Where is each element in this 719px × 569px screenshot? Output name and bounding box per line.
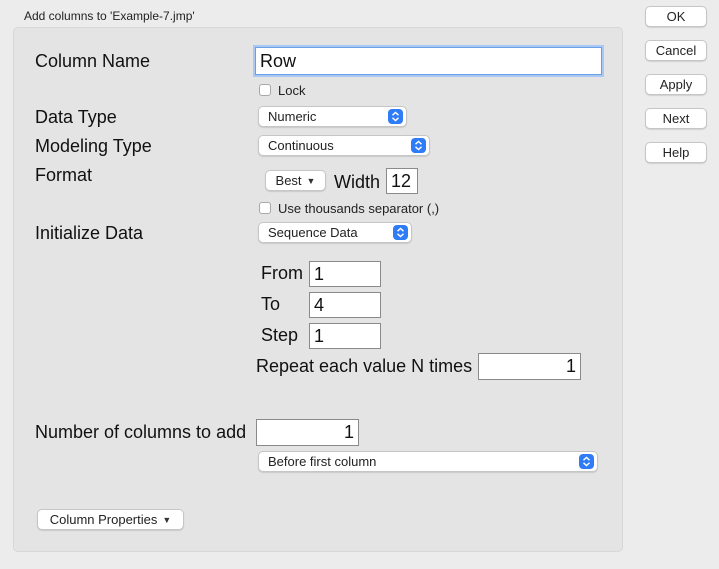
dropdown-triangle-icon: ▼ [162, 514, 172, 525]
column-properties-label: Column Properties [49, 512, 158, 527]
initialize-data-value: Sequence Data [268, 225, 358, 240]
select-stepper-icon [579, 454, 594, 469]
format-select[interactable]: Best ▼ [265, 170, 326, 191]
to-label: To [261, 294, 281, 314]
number-of-columns-input[interactable] [256, 419, 359, 446]
number-of-columns-label: Number of columns to add [35, 422, 247, 442]
modeling-type-value: Continuous [268, 138, 334, 153]
width-label: Width [334, 172, 381, 192]
ok-button-label: OK [666, 9, 686, 24]
select-stepper-icon [411, 138, 426, 153]
column-properties-button[interactable]: Column Properties ▼ [37, 509, 184, 530]
apply-button-label: Apply [659, 77, 693, 92]
column-name-input[interactable] [255, 47, 602, 75]
format-value: Best [275, 173, 302, 188]
thousands-separator-checkbox[interactable] [259, 202, 271, 214]
data-type-label: Data Type [35, 107, 117, 127]
step-input[interactable] [309, 323, 381, 349]
window-title: Add columns to 'Example-7.jmp' [24, 9, 195, 23]
modeling-type-select[interactable]: Continuous [258, 135, 430, 156]
apply-button[interactable]: Apply [645, 74, 707, 95]
format-label: Format [35, 165, 93, 185]
initialize-data-select[interactable]: Sequence Data [258, 222, 412, 243]
from-input[interactable] [309, 261, 381, 287]
data-type-value: Numeric [268, 109, 317, 124]
ok-button[interactable]: OK [645, 6, 707, 27]
repeat-label: Repeat each value N times [256, 356, 473, 376]
select-stepper-icon [393, 225, 408, 240]
column-name-label: Column Name [35, 51, 151, 71]
help-button[interactable]: Help [645, 142, 707, 163]
lock-label: Lock [278, 83, 306, 98]
cancel-button-label: Cancel [655, 43, 697, 58]
column-position-select[interactable]: Before first column [258, 451, 598, 472]
help-button-label: Help [662, 145, 690, 160]
select-stepper-icon [388, 109, 403, 124]
step-label: Step [261, 325, 299, 345]
next-button-label: Next [662, 111, 690, 126]
cancel-button[interactable]: Cancel [645, 40, 707, 61]
repeat-input[interactable] [478, 353, 581, 380]
to-input[interactable] [309, 292, 381, 318]
initialize-data-label: Initialize Data [35, 223, 144, 243]
data-type-select[interactable]: Numeric [258, 106, 407, 127]
dropdown-triangle-icon: ▼ [306, 175, 316, 186]
modeling-type-label: Modeling Type [35, 136, 152, 156]
column-position-value: Before first column [268, 454, 377, 469]
from-label: From [261, 263, 303, 283]
width-input[interactable] [386, 168, 418, 194]
thousands-separator-label: Use thousands separator (,) [278, 201, 440, 216]
next-button[interactable]: Next [645, 108, 707, 129]
lock-checkbox[interactable] [259, 84, 271, 96]
